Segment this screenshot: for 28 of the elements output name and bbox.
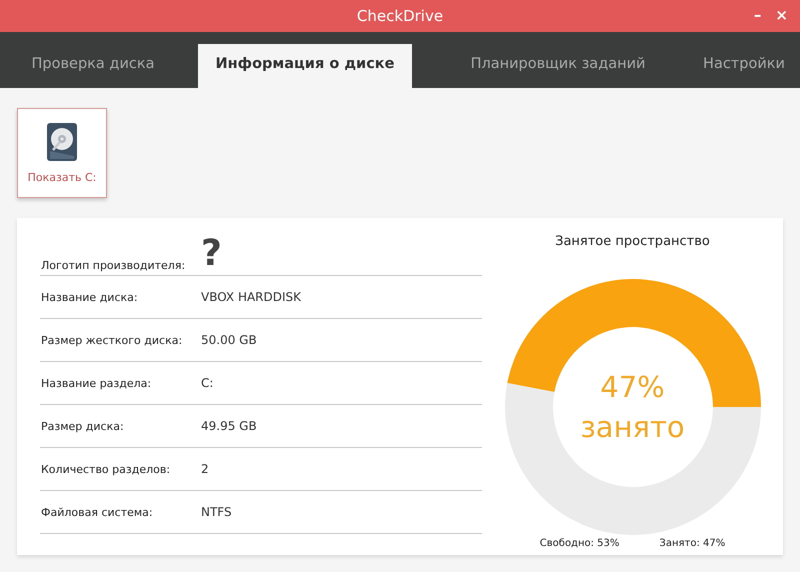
field-label: Название диска: [40,290,139,304]
hard-drive-icon [47,122,77,160]
tab[interactable]: Информация о диске [198,44,412,88]
tab[interactable]: Настройки [688,44,800,88]
minimize-button[interactable]: – [750,6,766,24]
caption-text: занято [580,409,685,445]
field-label: Количество разделов: [40,462,172,476]
chart-title: Занятое пространство [555,234,710,249]
close-button[interactable]: × [771,6,792,24]
show-drive-button[interactable]: Показать C: [17,108,107,198]
field-label: Название раздела: [40,376,152,390]
percent-text: 47% [600,369,665,405]
tab[interactable]: Планировщик заданий [428,44,688,88]
field-value: VBOX HARDDISK [201,290,302,304]
field-value: 49.95 GB [201,419,257,433]
question-mark-icon: ? [201,236,222,272]
field-label: Файловая система: [40,506,154,518]
field-value: C: [201,376,214,390]
legend-label: Свободно: 53% [540,538,620,549]
field-value: NTFS [201,505,232,519]
field-value: 2 [201,462,209,476]
field-value: 50.00 GB [201,333,257,347]
legend-label: Занято: 47% [659,538,726,549]
field-label: Размер диска: [40,420,125,432]
tab[interactable]: Проверка диска [0,44,186,88]
field-label: Размер жесткого диска: [40,334,184,346]
window-title: CheckDrive [356,7,444,25]
field-label: Логотип производителя: [40,259,186,272]
